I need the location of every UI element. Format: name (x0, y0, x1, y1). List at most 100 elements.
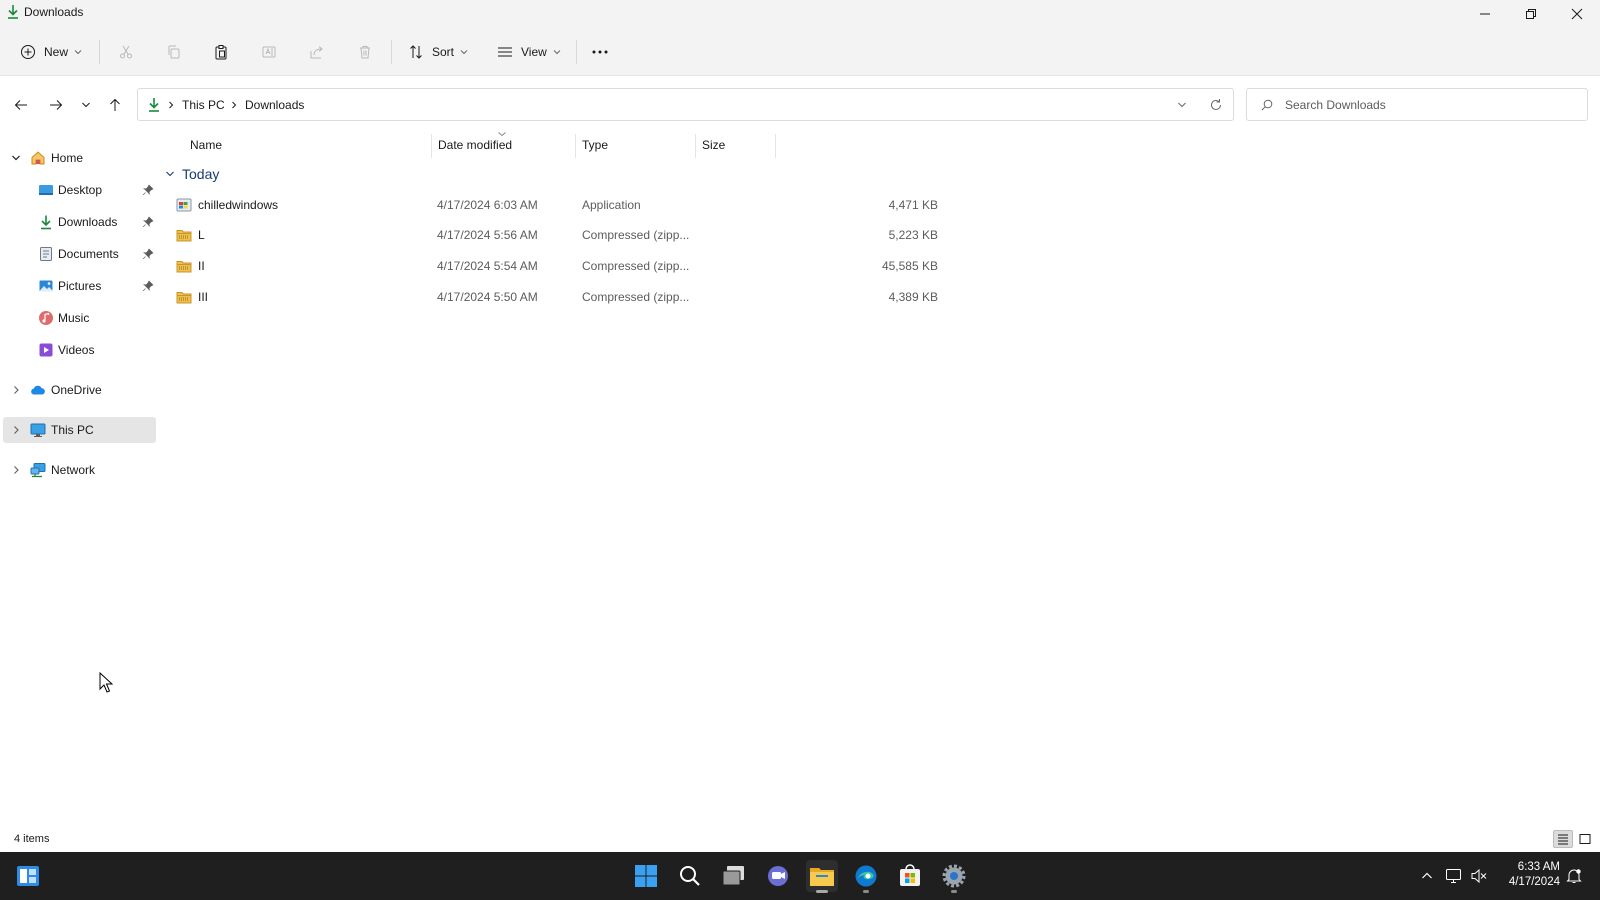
plus-circle-icon (21, 45, 35, 59)
start-button[interactable] (630, 860, 662, 892)
rename-icon (262, 46, 276, 58)
sidebar-item-home[interactable]: Home (3, 145, 156, 171)
window-title: Downloads (24, 5, 84, 19)
pin-icon[interactable] (142, 184, 154, 196)
settings-button[interactable] (938, 860, 970, 893)
column-divider[interactable] (431, 134, 432, 158)
chevron-down-icon (82, 102, 90, 108)
pin-icon[interactable] (142, 248, 154, 260)
file-size: 5,223 KB (888, 228, 938, 242)
column-header-date-modified[interactable]: Date modified (438, 138, 512, 162)
view-button[interactable]: View (497, 36, 561, 68)
sidebar-item-documents[interactable]: Documents (3, 241, 156, 267)
arrow-right-icon (50, 100, 63, 110)
file-row[interactable]: chilledwindows 4/17/2024 6:03 AM Applica… (170, 190, 940, 220)
chevron-up-icon (1422, 872, 1432, 879)
sidebar-item-label: Videos (58, 343, 95, 357)
sidebar-item-pictures[interactable]: Pictures (3, 273, 156, 299)
column-header-type[interactable]: Type (582, 138, 608, 162)
sidebar-item-downloads[interactable]: Downloads (3, 209, 156, 235)
more-options-button[interactable] (588, 40, 612, 64)
back-button[interactable] (8, 92, 34, 118)
arrow-up-icon (110, 98, 120, 111)
column-divider[interactable] (695, 134, 696, 158)
chevron-right-icon[interactable] (10, 384, 22, 396)
file-date: 4/17/2024 5:54 AM (437, 259, 538, 273)
home-icon (31, 151, 45, 165)
file-size: 4,471 KB (888, 198, 938, 212)
chevron-down-icon[interactable] (10, 152, 22, 164)
network-status-icon (1446, 869, 1461, 883)
sidebar-item-label: Pictures (58, 279, 102, 293)
sidebar-item-music[interactable]: Music (3, 305, 156, 331)
close-button[interactable] (1554, 0, 1600, 28)
search-input[interactable] (1285, 96, 1575, 114)
large-icons-view-button[interactable] (1575, 830, 1595, 848)
cut-button[interactable] (114, 40, 138, 64)
forward-button[interactable] (43, 92, 69, 118)
file-date: 4/17/2024 5:50 AM (437, 290, 538, 304)
address-history-chevron-icon[interactable] (1177, 100, 1187, 110)
application-icon (176, 198, 192, 212)
column-divider[interactable] (575, 134, 576, 158)
taskbar-clock[interactable]: 6:33 AM 4/17/2024 (1496, 860, 1560, 890)
arrow-left-icon (14, 100, 27, 110)
widgets-button[interactable] (12, 860, 44, 892)
up-button[interactable] (102, 92, 128, 118)
rename-button[interactable] (257, 40, 281, 64)
clipboard-icon (215, 45, 227, 60)
file-row[interactable]: L 4/17/2024 5:56 AM Compressed (zipp... … (170, 220, 940, 250)
downloads-icon (8, 5, 18, 19)
sidebar-item-label: Home (51, 151, 84, 165)
restore-button[interactable] (1508, 0, 1554, 28)
file-type: Compressed (zipp... (582, 290, 690, 304)
sort-button[interactable]: Sort (408, 36, 468, 68)
pin-icon[interactable] (142, 280, 154, 292)
column-divider[interactable] (775, 134, 776, 158)
store-button[interactable] (894, 860, 926, 892)
chevron-down-icon (553, 50, 561, 55)
sidebar-item-onedrive[interactable]: OneDrive (3, 377, 156, 403)
chevron-right-icon[interactable] (10, 424, 22, 436)
breadcrumb-downloads[interactable]: Downloads (245, 98, 304, 112)
group-header-today[interactable]: Today (164, 163, 219, 185)
search-button[interactable] (674, 860, 706, 892)
command-bar: New Sort View (0, 28, 1600, 76)
pin-icon[interactable] (142, 216, 154, 228)
share-button[interactable] (305, 40, 329, 64)
edge-button[interactable] (850, 860, 882, 893)
search-box[interactable] (1246, 88, 1588, 121)
teams-chat-button[interactable] (762, 860, 794, 892)
bell-icon (1566, 869, 1582, 883)
sidebar-item-network[interactable]: Network (3, 457, 156, 483)
volume-button[interactable] (1470, 867, 1488, 885)
minimize-button[interactable] (1462, 0, 1508, 28)
column-header-name[interactable]: Name (190, 138, 222, 162)
show-hidden-icons-button[interactable] (1418, 867, 1436, 885)
column-header-size[interactable]: Size (702, 138, 725, 162)
file-row[interactable]: II 4/17/2024 5:54 AM Compressed (zipp...… (170, 251, 940, 281)
breadcrumb-this-pc[interactable]: This PC (182, 98, 225, 112)
refresh-icon[interactable] (1209, 98, 1223, 112)
task-view-button[interactable] (718, 860, 750, 892)
zip-folder-icon (176, 292, 192, 304)
chevron-right-icon[interactable] (10, 464, 22, 476)
address-bar[interactable]: This PC Downloads (137, 88, 1234, 121)
file-row[interactable]: III 4/17/2024 5:50 AM Compressed (zipp..… (170, 282, 940, 312)
file-explorer-button[interactable] (806, 860, 838, 893)
windows-logo-icon (635, 865, 657, 887)
delete-button[interactable] (353, 40, 377, 64)
sidebar-item-this-pc[interactable]: This PC (3, 417, 156, 443)
file-name: L (198, 228, 205, 242)
new-button[interactable]: New (20, 36, 82, 68)
recent-locations-button[interactable] (73, 92, 99, 118)
notifications-button[interactable] (1565, 867, 1583, 885)
network-status-button[interactable] (1445, 867, 1463, 885)
clock-time: 6:33 AM (1517, 861, 1560, 873)
details-view-button[interactable] (1553, 830, 1573, 848)
copy-button[interactable] (162, 40, 186, 64)
sidebar-item-videos[interactable]: Videos (3, 337, 156, 363)
paste-button[interactable] (209, 40, 233, 64)
sidebar-item-desktop[interactable]: Desktop (3, 177, 156, 203)
chevron-down-icon (460, 50, 468, 55)
